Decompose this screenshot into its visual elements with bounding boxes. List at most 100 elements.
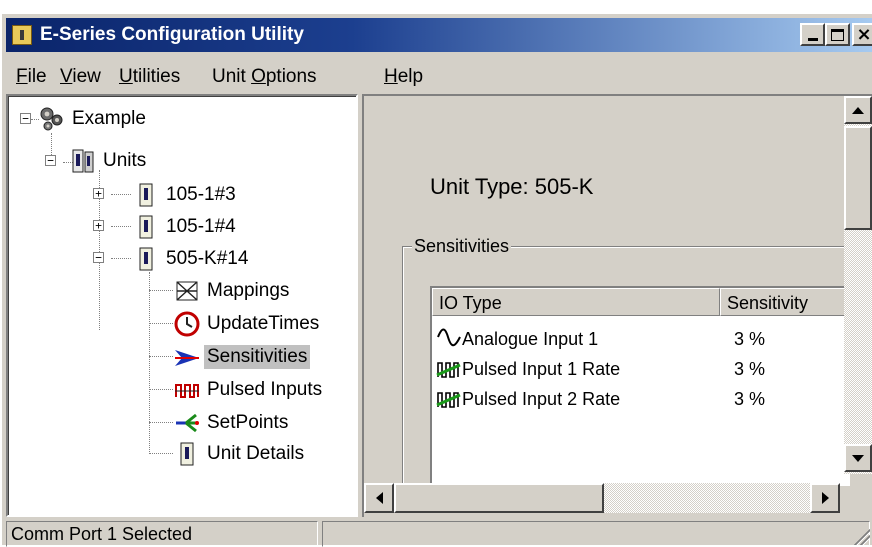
tree-connector (111, 194, 131, 195)
scroll-down-button[interactable] (844, 444, 872, 472)
status-text: Comm Port 1 Selected (6, 521, 318, 547)
tree-node-sensitivities[interactable]: Sensitivities (174, 342, 311, 372)
vertical-scrollbar[interactable] (844, 96, 872, 474)
minimize-button[interactable] (800, 23, 825, 46)
tree-connector (149, 422, 173, 423)
group-label: Sensitivities (412, 236, 512, 257)
gear-cluster-icon (40, 107, 63, 131)
tree-label-pulsed-inputs: Pulsed Inputs (207, 379, 323, 400)
resize-grip-icon[interactable] (852, 527, 870, 545)
scroll-left-button[interactable] (364, 483, 394, 513)
horizontal-scrollbar[interactable] (364, 483, 840, 513)
menu-view-mnemonic: V (60, 66, 73, 87)
io-type-label: Pulsed Input 1 Rate (462, 358, 621, 379)
tree-node-updatetimes[interactable]: UpdateTimes (174, 309, 322, 339)
tree-label-sensitivities: Sensitivities (204, 345, 311, 369)
tree-node-setpoints[interactable]: SetPoints (174, 408, 291, 438)
tree-connector (149, 356, 173, 357)
tree-collapse-toggle[interactable]: − (93, 252, 104, 263)
menu-bar: File View Utilities Unit Options Help (6, 54, 872, 88)
scroll-up-button[interactable] (844, 96, 872, 124)
pulse-rate-icon (436, 362, 461, 378)
column-sensitivity[interactable]: Sensitivity (720, 288, 852, 316)
tree-label-unit: 105-1#4 (166, 216, 236, 237)
tree-node-unit-505-k-14[interactable]: 505-K#14 (133, 244, 251, 274)
unit-device-icon (139, 247, 153, 271)
menu-utilities[interactable]: Utilities (119, 66, 180, 88)
menu-help-label: elp (397, 66, 424, 87)
tree-label-units: Units (103, 150, 147, 171)
close-button[interactable]: × (852, 23, 872, 46)
details-pane: Unit Type: 505-K Sensitivities IO Type S… (362, 94, 872, 517)
sensitivity-value: 3 % (734, 358, 766, 379)
units-icon (72, 149, 94, 173)
tree-connector (149, 453, 173, 454)
sensitivity-value: 3 % (734, 328, 766, 349)
unit-icon (180, 442, 194, 466)
list-item[interactable]: Analogue Input 1 3 % (432, 324, 765, 354)
menu-file-label: ile (27, 66, 47, 87)
maximize-button[interactable] (825, 23, 850, 46)
tree-node-unit-details[interactable]: Unit Details (174, 439, 307, 469)
tree-collapse-toggle[interactable]: − (45, 155, 56, 166)
menu-utilities-label: tilities (132, 66, 181, 87)
mappings-icon (176, 281, 198, 301)
io-type-label: Analogue Input 1 (462, 328, 599, 349)
setpoint-icon (176, 413, 199, 433)
tree-connector (111, 226, 131, 227)
tree-connector (149, 323, 173, 324)
menu-help[interactable]: Help (384, 66, 423, 88)
tree-collapse-toggle[interactable]: − (20, 113, 31, 124)
tree-connector (111, 258, 131, 259)
title-bar[interactable]: E-Series Configuration Utility × (6, 18, 872, 52)
io-type-label: Pulsed Input 2 Rate (462, 388, 621, 409)
arrow-up-icon (852, 106, 864, 114)
close-icon: × (856, 23, 872, 45)
status-bar: Comm Port 1 Selected (4, 519, 872, 547)
list-item[interactable]: Pulsed Input 1 Rate 3 % (432, 354, 765, 384)
sensitivity-arrow-icon (175, 350, 199, 366)
unit-type-label: Unit Type: 505-K (430, 174, 594, 199)
tree-view[interactable]: − Example − Units + 105-1#3 + 105-1#4 − … (6, 94, 358, 517)
tree-node-unit-105-1-4[interactable]: 105-1#4 (133, 212, 239, 242)
menu-unit-options-label: ptions (265, 66, 317, 87)
pulse-rate-icon (436, 392, 461, 408)
tree-connector (149, 389, 173, 390)
tree-node-units[interactable]: Units (70, 146, 149, 176)
scroll-right-button[interactable] (810, 483, 840, 513)
unit-device-icon (139, 215, 153, 239)
menu-utilities-mnemonic: U (119, 66, 133, 87)
tree-node-unit-105-1-3[interactable]: 105-1#3 (133, 180, 239, 210)
app-window: E-Series Configuration Utility × File Vi… (0, 12, 872, 547)
tree-node-pulsed-inputs[interactable]: Pulsed Inputs (174, 375, 325, 405)
menu-unit-options-mnemonic: O (251, 66, 266, 87)
sensitivity-value: 3 % (734, 388, 766, 409)
tree-label-updatetimes: UpdateTimes (207, 313, 320, 334)
arrow-right-icon (821, 492, 829, 504)
sensitivity-list[interactable]: IO Type Sensitivity Analogue Input 1 3 % (430, 286, 852, 486)
window-title: E-Series Configuration Utility (40, 24, 304, 45)
app-icon[interactable] (12, 25, 32, 45)
tree-connector (31, 119, 39, 120)
menu-file[interactable]: File (16, 66, 47, 88)
minimize-icon (807, 37, 818, 41)
unit-device-icon (139, 183, 153, 207)
tree-label-setpoints: SetPoints (207, 412, 289, 433)
tree-node-example[interactable]: Example (39, 104, 149, 134)
scrollbar-thumb[interactable] (844, 126, 872, 230)
menu-unit-options[interactable]: Unit Options (212, 66, 317, 88)
clock-icon (174, 311, 200, 337)
tree-expand-toggle[interactable]: + (93, 188, 104, 199)
tree-label-mappings: Mappings (207, 280, 290, 301)
tree-label-example: Example (72, 108, 146, 129)
arrow-down-icon (852, 454, 864, 462)
tree-expand-toggle[interactable]: + (93, 220, 104, 231)
tree-node-mappings[interactable]: Mappings (174, 276, 292, 306)
list-item[interactable]: Pulsed Input 2 Rate 3 % (432, 384, 765, 414)
scrollbar-thumb[interactable] (394, 483, 604, 513)
list-header: IO Type Sensitivity (432, 288, 852, 316)
analogue-wave-icon (437, 328, 461, 347)
column-io-type[interactable]: IO Type (432, 288, 720, 316)
menu-view[interactable]: View (60, 66, 101, 88)
menu-unit-options-prefix: Unit (212, 66, 252, 87)
